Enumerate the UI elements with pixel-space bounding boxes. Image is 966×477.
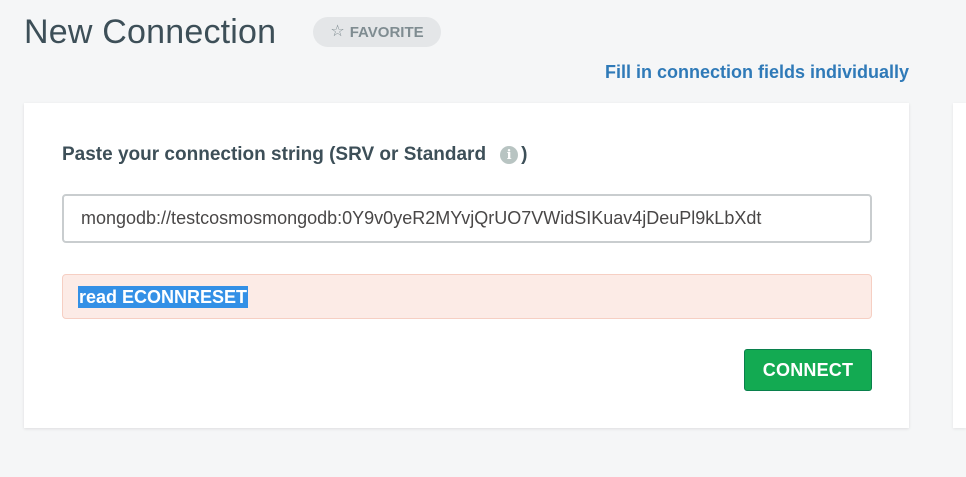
favorite-button[interactable]: ☆ FAVORITE	[313, 17, 441, 47]
page-title: New Connection	[24, 13, 277, 51]
connection-string-label-text: Paste your connection string (SRV or Sta…	[62, 144, 487, 165]
error-message: read ECONNRESET	[78, 285, 249, 308]
favorite-label: FAVORITE	[349, 23, 424, 41]
info-icon[interactable]: i	[500, 146, 519, 164]
connection-string-label: Paste your connection string (SRV or Sta…	[62, 144, 527, 166]
star-outline-icon: ☆	[330, 23, 345, 40]
connect-button[interactable]: CONNECT	[744, 349, 872, 391]
side-panel-edge	[953, 103, 966, 428]
connection-card: Paste your connection string (SRV or Sta…	[24, 103, 909, 428]
fill-fields-individually-link[interactable]: Fill in connection fields individually	[605, 62, 909, 83]
connection-string-label-close: )	[521, 144, 528, 165]
error-message-box: read ECONNRESET	[62, 274, 872, 319]
connection-string-input[interactable]	[62, 194, 872, 243]
